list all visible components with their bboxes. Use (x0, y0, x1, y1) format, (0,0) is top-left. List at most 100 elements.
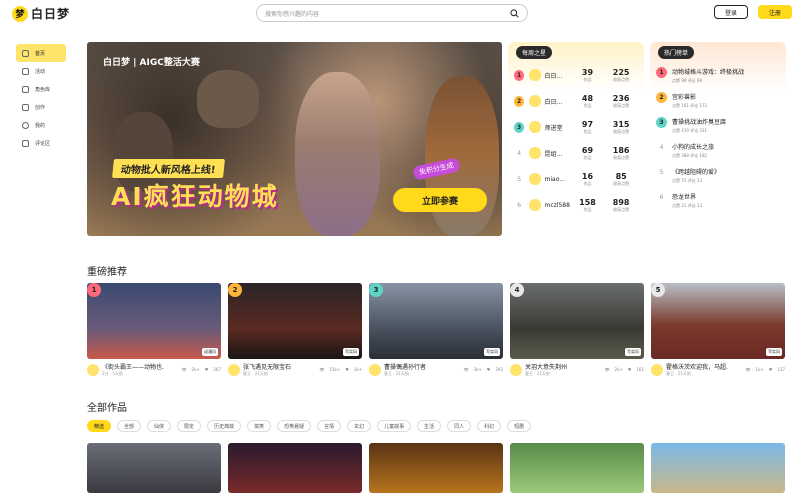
user-name[interactable]: miao... (545, 176, 571, 183)
category-chip[interactable]: 恐怖悬疑 (277, 420, 312, 432)
card-title[interactable]: 张飞遇见无限宝石 (243, 362, 305, 371)
avatar[interactable] (529, 69, 541, 81)
category-chip[interactable]: 生活 (417, 420, 442, 432)
featured-card[interactable]: 3 写实风 曹操偶遇孙行者 意王 · 21天前 👁 3k+ ♥ 292 (369, 283, 503, 377)
rank-row[interactable]: 2 白日... 48 作品 236 收获点赞 (508, 88, 644, 114)
rank-row[interactable]: 5 miao... 16 作品 85 收获点赞 (508, 166, 644, 192)
search-icon[interactable] (510, 8, 519, 18)
heart-icon: ♥ (204, 367, 209, 372)
hot-item-title[interactable]: 恐龙世界 (672, 192, 702, 201)
card-title[interactable]: 曹操偶遇孙行者 (384, 362, 446, 371)
card-title[interactable]: 《街头霸王——动物也... (102, 362, 164, 371)
hot-row[interactable]: 6 恐龙世界 点赞 21 评论 13 (650, 187, 786, 212)
login-button[interactable]: 登录 (714, 5, 748, 19)
avatar[interactable] (369, 363, 381, 376)
category-chip[interactable]: 同人 (447, 420, 472, 432)
card-title[interactable]: 关羽大意失荆州 (525, 362, 587, 371)
heart-icon: ♥ (486, 367, 491, 372)
card-thumbnail[interactable]: 4 写实风 (510, 283, 644, 359)
avatar[interactable] (529, 95, 541, 107)
sidebar-item-comments[interactable]: 评论区 (16, 134, 66, 152)
sidebar-item-activity[interactable]: 活动 (16, 62, 66, 80)
sidebar-item-characters[interactable]: 角色库 (16, 80, 66, 98)
register-button[interactable]: 注册 (758, 5, 792, 19)
likes-count: 898 (612, 197, 630, 207)
logo[interactable]: 梦 白日梦 (12, 5, 70, 22)
work-thumbnail[interactable] (87, 443, 221, 493)
avatar[interactable] (529, 173, 541, 185)
card-stats: 👁 2k+ ♥ 267 (181, 367, 221, 372)
category-chip[interactable]: 玄幻 (347, 420, 372, 432)
card-thumbnail[interactable]: 5 写实风 (651, 283, 785, 359)
hot-row[interactable]: 4 小狗的成长之旅 点赞 388 评论 182 (650, 137, 786, 162)
work-thumbnail[interactable] (510, 443, 644, 493)
card-thumbnail[interactable]: 1 动漫风 (87, 283, 221, 359)
card-author: 意王 (666, 371, 674, 376)
category-chip[interactable]: 历史典故 (207, 420, 242, 432)
rank-row[interactable]: 1 白日... 39 作品 225 收获点赞 (508, 62, 644, 88)
category-chip[interactable]: 全部 (117, 420, 142, 432)
category-chip[interactable]: 仙侠 (147, 420, 172, 432)
hot-row[interactable]: 1 动物城格斗游戏：终极挑战 点赞 98 评论 98 (650, 62, 786, 87)
panel-header: 热门榜单 (650, 42, 786, 62)
category-chip[interactable]: 科幻 (477, 420, 502, 432)
work-thumbnail[interactable] (369, 443, 503, 493)
featured-card[interactable]: 5 写实风 霍格沃茨欢迎我，马超... 意王 · 21天前 👁 1k+ ♥ 137 (651, 283, 785, 377)
panel-title: 热门榜单 (658, 45, 695, 59)
hot-item-title[interactable]: 小狗的成长之旅 (672, 142, 714, 151)
user-name[interactable]: mczl588 (545, 202, 571, 209)
likes-label: 收获点赞 (613, 180, 630, 186)
work-thumbnail[interactable] (651, 443, 785, 493)
user-name[interactable]: 白日... (545, 71, 571, 80)
search-box[interactable]: 搜索你感兴趣的内容 (256, 4, 528, 22)
card-thumbnail[interactable]: 2 写实风 (228, 283, 362, 359)
hot-row[interactable]: 5 《跨越阻碍的爱》 点赞 75 评论 33 (650, 162, 786, 187)
card-author-time: 意王 · 21天前 (243, 371, 268, 376)
avatar[interactable] (529, 121, 541, 133)
search-input[interactable]: 搜索你感兴趣的内容 (265, 9, 319, 18)
featured-card[interactable]: 1 动漫风 《街头霸王——动物也... 2分 · 5天前 👁 2k+ ♥ 267 (87, 283, 221, 377)
hot-item-title[interactable]: 宫彩兽影 (672, 92, 707, 101)
card-title[interactable]: 霍格沃茨欢迎我，马超... (666, 362, 728, 371)
user-name[interactable]: 白日... (545, 97, 571, 106)
avatar[interactable] (529, 199, 541, 211)
user-name[interactable]: 昆组... (545, 149, 571, 158)
hot-item-title[interactable]: 动物城格斗游戏：终极挑战 (672, 67, 744, 76)
card-thumbnail[interactable]: 3 写实风 (369, 283, 503, 359)
category-chip[interactable]: 短剧 (507, 420, 532, 432)
avatar[interactable] (529, 147, 541, 159)
hot-item-title[interactable]: 曹操挑战油炸臭豆腐 (672, 117, 726, 126)
sidebar-item-create[interactable]: 创作 (16, 98, 66, 116)
rank-row[interactable]: 3 师进堂 97 作品 315 收获点赞 (508, 114, 644, 140)
join-contest-button[interactable]: 立即参赛 (393, 188, 487, 212)
category-chip[interactable]: 精选 (87, 420, 112, 432)
like-count: 161 (636, 367, 644, 372)
category-chip[interactable]: 儿童故事 (377, 420, 412, 432)
featured-card[interactable]: 2 写实风张飞遇见无限宝石 意王 · 21天前 👁 15k+ ♥ 1k+ (228, 283, 362, 377)
rank-row[interactable]: 6 mczl588 158 作品 898 收获点赞 (508, 192, 644, 218)
style-tag: 写实风 (625, 348, 641, 356)
heart-icon: ♥ (768, 367, 773, 372)
avatar[interactable] (228, 363, 240, 376)
sidebar-item-home[interactable]: 首页 (16, 44, 66, 62)
category-filter: 精选 全部 仙侠 限定 历史典故 搞笑 恐怖悬疑 言情 玄幻 儿童故事 生活 同人 科幻 短剧 (87, 420, 532, 432)
card-stats: 👁 15k+ ♥ 1k+ (319, 367, 362, 372)
hot-row[interactable]: 2 宫彩兽影 点赞 161 评论 172 (650, 87, 786, 112)
avatar[interactable] (87, 363, 99, 376)
avatar[interactable] (651, 363, 663, 376)
rank-row[interactable]: 4 昆组... 69 作品 186 收获点赞 (508, 140, 644, 166)
user-name[interactable]: 师进堂 (545, 123, 571, 132)
sidebar-item-mine[interactable]: 我的 (16, 116, 66, 134)
card-time: 21天前 (254, 371, 268, 376)
like-count: 137 (777, 367, 785, 372)
avatar[interactable] (510, 363, 522, 376)
category-chip[interactable]: 言情 (317, 420, 342, 432)
hot-row[interactable]: 3 曹操挑战油炸臭豆腐 点赞 419 评论 231 (650, 112, 786, 137)
work-thumbnail[interactable] (228, 443, 362, 493)
hero-banner[interactable]: 白日梦 | AIGC整活大赛 动物批人新风格上线! AI疯狂动物城 免积分生成 … (87, 42, 502, 236)
category-chip[interactable]: 搞笑 (247, 420, 272, 432)
featured-card[interactable]: 4 写实风 关羽大意失荆州 意王 · 21天前 👁 2k+ ♥ 161 (510, 283, 644, 377)
hot-item-title[interactable]: 《跨越阻碍的爱》 (672, 167, 720, 176)
category-chip[interactable]: 限定 (177, 420, 202, 432)
card-author: 意王 (243, 371, 251, 376)
